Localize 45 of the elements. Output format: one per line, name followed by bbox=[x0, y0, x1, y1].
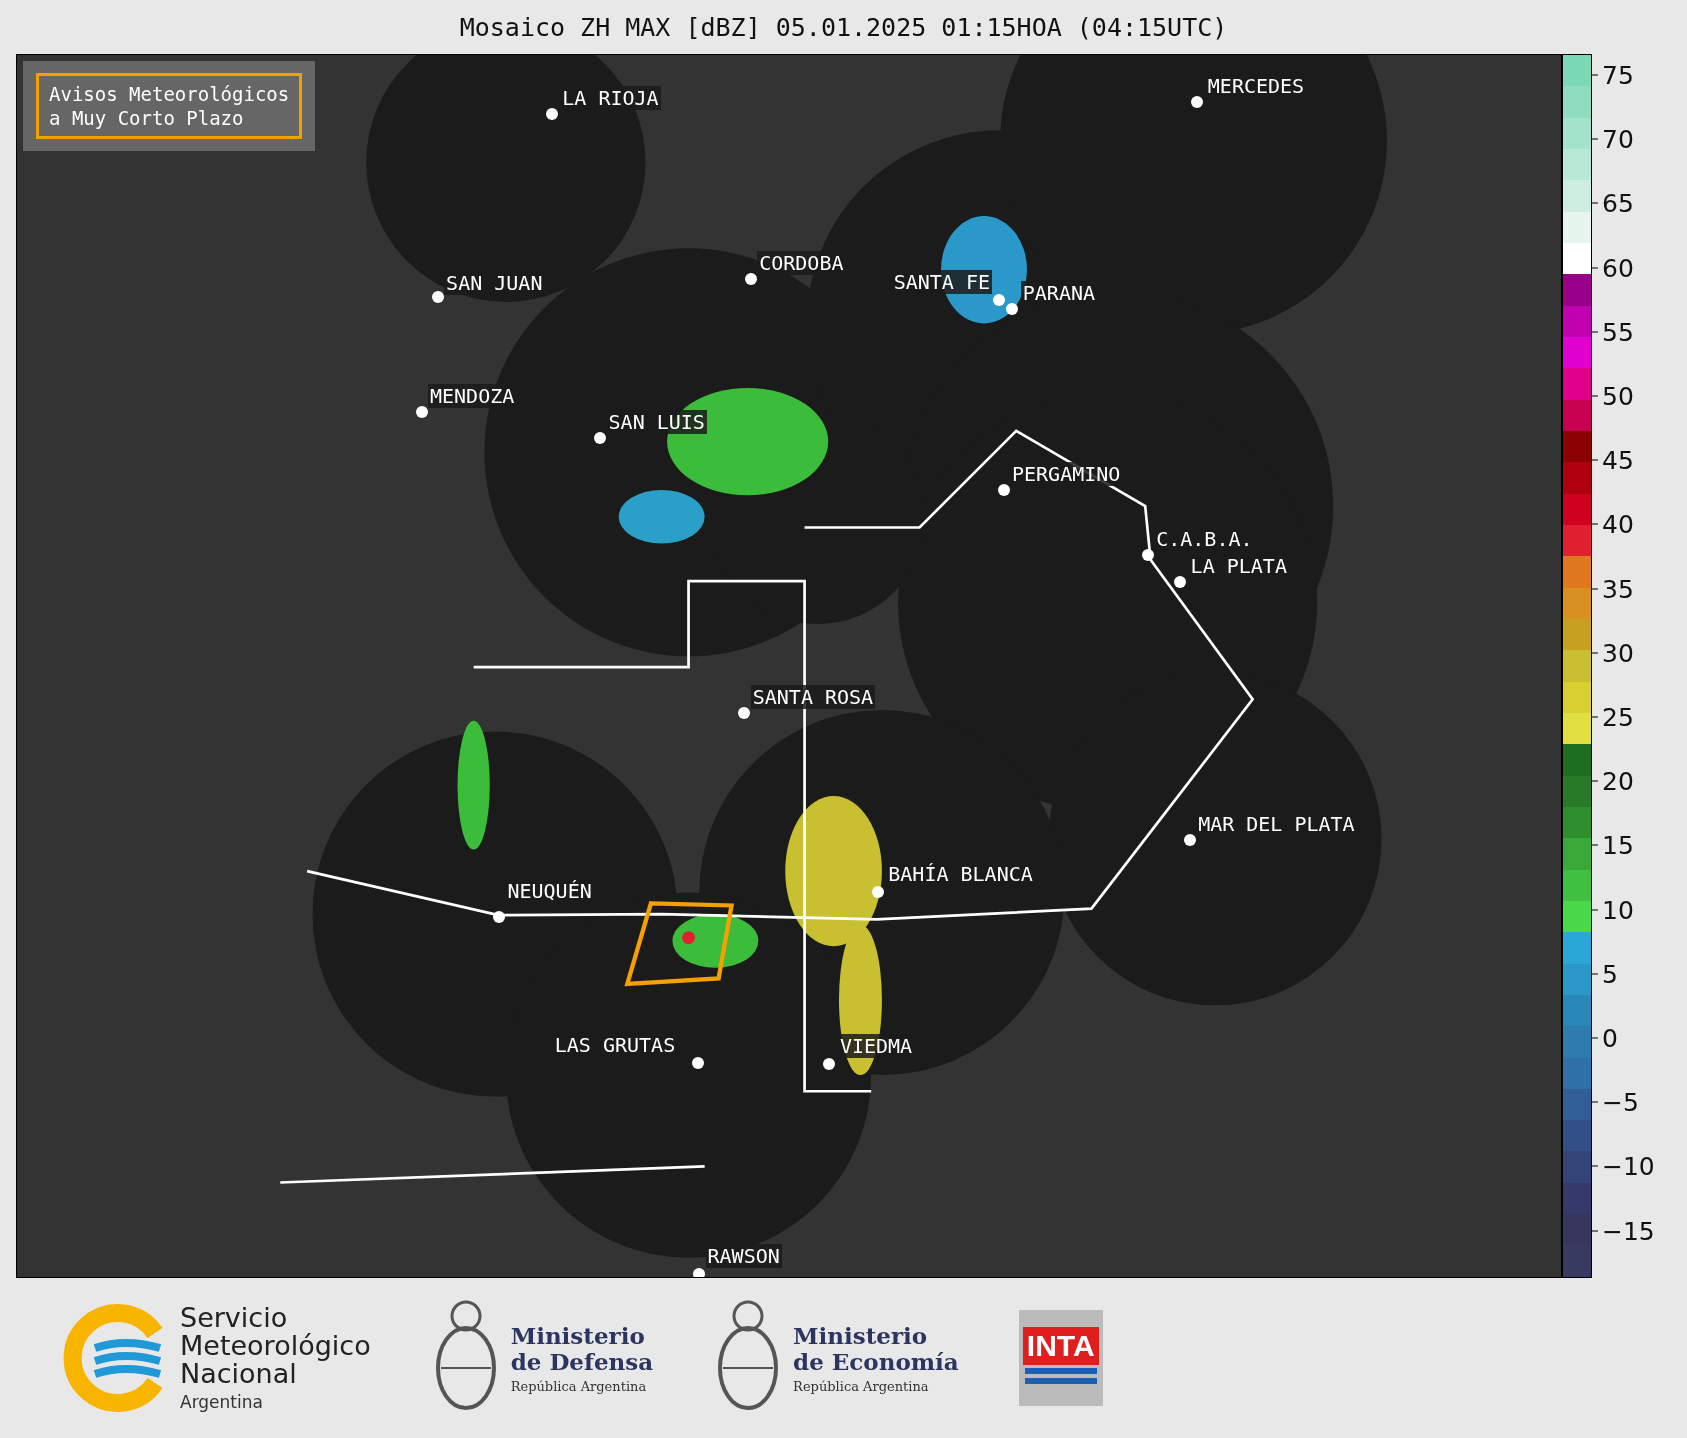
logo-text: de Defensa bbox=[510, 1348, 654, 1375]
scale-tick-label: 30 bbox=[1602, 638, 1634, 668]
city-label: VIEDMA bbox=[837, 1034, 915, 1059]
scale-tick-label: 70 bbox=[1602, 124, 1634, 154]
logo-text: Servicio bbox=[180, 1304, 289, 1332]
logo-text: Nacional bbox=[180, 1360, 297, 1388]
scale-tick-label: −15 bbox=[1602, 1216, 1655, 1246]
city-label: SANTA ROSA bbox=[750, 685, 876, 710]
scale-tick-label: 35 bbox=[1602, 574, 1634, 604]
scale-tick-label: −5 bbox=[1602, 1087, 1639, 1117]
warning-legend-text: Avisos Meteorológicos bbox=[49, 82, 290, 106]
logo-subtitle: República Argentina bbox=[510, 1378, 648, 1394]
city-marker bbox=[693, 1267, 706, 1277]
city-marker bbox=[431, 291, 444, 304]
city-label: SAN LUIS bbox=[606, 410, 707, 434]
logo-text: Meteorológico bbox=[180, 1332, 371, 1360]
scale-tick-label: 0 bbox=[1602, 1023, 1618, 1053]
city-marker bbox=[738, 707, 751, 720]
scale-tick-label: 40 bbox=[1602, 509, 1634, 539]
scale-tick-label: −10 bbox=[1602, 1151, 1655, 1181]
logo-subtitle: República Argentina bbox=[793, 1378, 930, 1394]
warning-legend-text: a Muy Corto Plazo bbox=[49, 106, 245, 130]
city-label: CORDOBA bbox=[757, 250, 846, 275]
scale-tick-label: 65 bbox=[1602, 188, 1634, 218]
scale-tick-label: 75 bbox=[1602, 60, 1634, 90]
city-label: PERGAMINO bbox=[1010, 461, 1123, 486]
city-label: RAWSON bbox=[705, 1243, 782, 1268]
city-label: MENDOZA bbox=[427, 384, 517, 409]
scale-tick-label: 5 bbox=[1602, 959, 1618, 989]
scale-tick-label: 15 bbox=[1602, 830, 1634, 860]
scale-tick-label: 60 bbox=[1602, 253, 1634, 283]
city-marker bbox=[415, 406, 428, 419]
logo-subtitle: Argentina bbox=[180, 1392, 264, 1412]
logo-text: de Economía bbox=[793, 1348, 959, 1375]
scale-tick-label: 20 bbox=[1602, 766, 1634, 796]
scale-tick-label: 10 bbox=[1602, 895, 1634, 925]
scale-tick-label: 45 bbox=[1602, 445, 1634, 475]
scale-tick-label: 25 bbox=[1602, 702, 1634, 732]
scale-tick-label: 55 bbox=[1602, 317, 1634, 347]
scale-tick-label: 50 bbox=[1602, 381, 1634, 411]
logo-text: Ministerio bbox=[510, 1322, 646, 1349]
logo-text: Ministerio bbox=[793, 1322, 929, 1349]
logo-text: INTA bbox=[1022, 1326, 1099, 1365]
city-label: NEUQUÉN bbox=[505, 878, 594, 903]
map-title: Mosaico ZH MAX [dBZ] 05.01.2025 01:15HOA (04:15UTC) bbox=[458, 11, 1229, 44]
